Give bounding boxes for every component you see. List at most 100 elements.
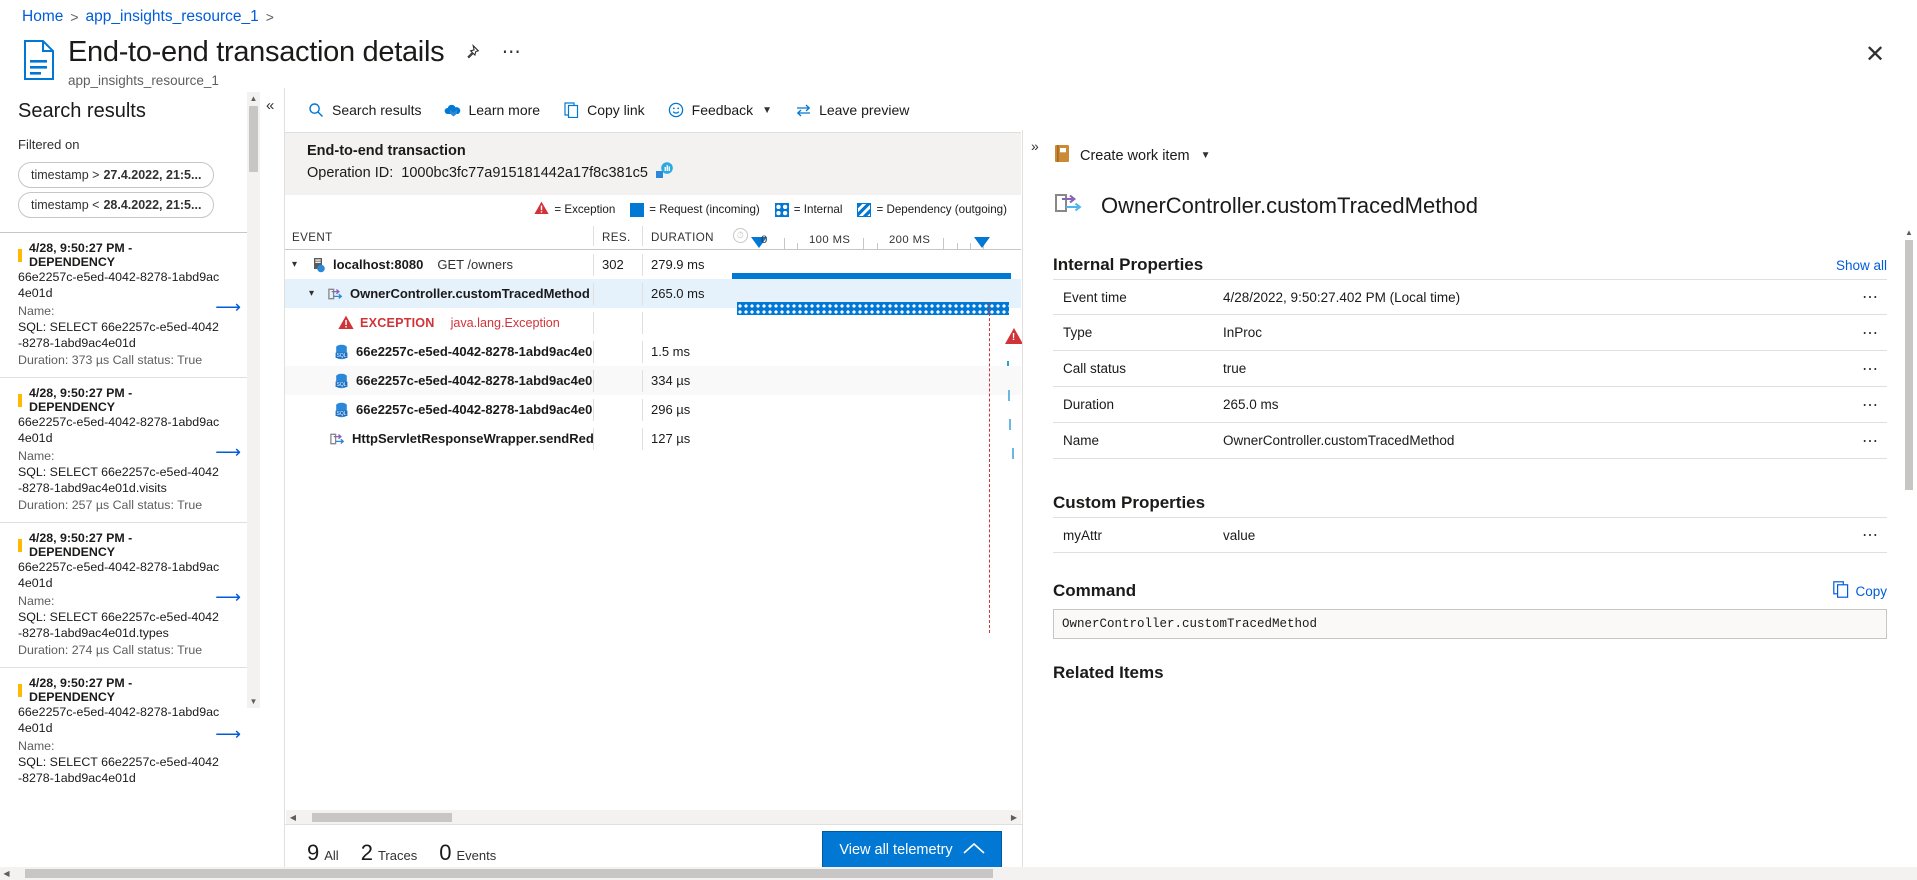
show-all-link[interactable]: Show all xyxy=(1836,258,1887,273)
scroll-right-icon[interactable]: ▶ xyxy=(1007,813,1021,822)
exception-type[interactable]: java.lang.Exception xyxy=(451,316,560,330)
pin-icon[interactable] xyxy=(458,40,484,66)
toolbar-feedback[interactable]: Feedback ▼ xyxy=(667,101,772,119)
scroll-down-icon[interactable]: ▼ xyxy=(247,695,260,708)
severity-bar xyxy=(18,684,22,697)
chevron-down-icon[interactable]: ▼ xyxy=(762,105,772,116)
filter-pill-timestamp-gt[interactable]: timestamp > 27.4.2022, 21:5... xyxy=(18,162,214,188)
scrollbar-thumb[interactable] xyxy=(249,106,258,172)
chevron-down-icon[interactable]: ▾ xyxy=(292,259,304,270)
details-scrollbar[interactable]: ▲ ▼ xyxy=(1903,240,1915,870)
list-item[interactable]: 4/28, 9:50:27 PM - DEPENDENCY 66e2257c-e… xyxy=(0,377,247,522)
metrics-chart-icon[interactable] xyxy=(656,162,673,183)
copy-command-button[interactable]: Copy xyxy=(1833,581,1887,601)
page-horizontal-scrollbar[interactable]: ◀ xyxy=(0,867,1917,880)
scrollbar-thumb[interactable] xyxy=(25,869,993,878)
scrollbar-thumb[interactable] xyxy=(1905,240,1913,490)
svg-text:SQL: SQL xyxy=(336,381,346,387)
row-menu-icon[interactable]: ⋯ xyxy=(1853,395,1887,415)
learn-cloud-icon xyxy=(443,101,461,119)
scroll-left-icon[interactable]: ◀ xyxy=(0,869,13,878)
open-result-arrow-icon[interactable]: ⟶ xyxy=(215,442,241,463)
toolbar-search-results[interactable]: Search results xyxy=(307,101,421,119)
scroll-up-icon[interactable]: ▲ xyxy=(247,92,260,105)
create-work-item-button[interactable]: Create work item ▼ xyxy=(1053,144,1211,167)
divider xyxy=(642,341,643,363)
operation-id-value: 1000bc3fc77a915181442a17f8c381c5 xyxy=(401,165,648,181)
divider xyxy=(642,428,643,450)
command-value-box[interactable]: OwnerController.customTracedMethod xyxy=(1053,609,1887,639)
toolbar-copy-link[interactable]: Copy link xyxy=(562,101,645,119)
list-item[interactable]: 4/28, 9:50:27 PM - DEPENDENCY 66e2257c-e… xyxy=(0,232,247,377)
table-row[interactable]: SQL 66e2257c-e5ed-4042-8278-1abd9ac4e01d… xyxy=(285,395,1021,424)
row-menu-icon[interactable]: ⋯ xyxy=(1853,525,1887,545)
expand-pane-icon[interactable]: » xyxy=(1031,138,1039,154)
row-menu-icon[interactable]: ⋯ xyxy=(1853,359,1887,379)
chevron-down-icon[interactable]: ▾ xyxy=(309,288,321,299)
row-menu-icon[interactable]: ⋯ xyxy=(1853,323,1887,343)
scrollbar-thumb[interactable] xyxy=(312,813,452,822)
internal-arrow-icon xyxy=(329,430,346,447)
internal-properties-table: Event time 4/28/2022, 9:50:27.402 PM (Lo… xyxy=(1053,279,1887,459)
sql-icon: SQL xyxy=(333,401,350,418)
smiley-icon xyxy=(667,101,685,119)
breadcrumb-home[interactable]: Home xyxy=(22,8,63,26)
breadcrumb-resource[interactable]: app_insights_resource_1 xyxy=(86,8,259,26)
property-row: Duration 265.0 ms ⋯ xyxy=(1053,387,1887,423)
filter-pill-timestamp-lt[interactable]: timestamp < 28.4.2022, 21:5... xyxy=(18,192,214,218)
result-name-value: SQL: SELECT 66e2257c-e5ed-4042-8278-1abd… xyxy=(18,319,221,351)
timeline-legend: = Exception = Request (incoming) = Inter… xyxy=(285,195,1021,222)
ellipsis-icon[interactable]: ⋯ xyxy=(498,40,524,66)
list-item[interactable]: 4/28, 9:50:27 PM - DEPENDENCY 66e2257c-e… xyxy=(0,667,247,795)
duration-cell: 296 µs xyxy=(651,402,731,417)
open-result-arrow-icon[interactable]: ⟶ xyxy=(215,724,241,745)
res-cell: 302 xyxy=(602,257,642,272)
table-row[interactable]: SQL 66e2257c-e5ed-4042-8278-1abd9ac4e01d… xyxy=(285,366,1021,395)
property-row: Call status true ⋯ xyxy=(1053,351,1887,387)
table-horizontal-scrollbar[interactable]: ◀ ▶ xyxy=(286,810,1021,824)
timeline-axis: ⏱ 0 100 MS 200 MS xyxy=(731,221,1021,249)
toolbar-leave-preview[interactable]: Leave preview xyxy=(794,101,909,119)
list-item[interactable]: 4/28, 9:50:27 PM - DEPENDENCY 66e2257c-e… xyxy=(0,522,247,667)
view-all-telemetry-button[interactable]: View all telemetry xyxy=(822,831,1002,869)
exception-triangle-icon xyxy=(534,201,549,218)
axis-tick-0: 0 xyxy=(761,234,768,246)
row-menu-icon[interactable]: ⋯ xyxy=(1853,431,1887,451)
event-name: 66e2257c-e5ed-4042-8278-1abd9ac4e01d xyxy=(356,344,593,359)
table-header: EVENT RES. DURATION ⏱ 0 100 MS 200 MS xyxy=(285,222,1021,250)
duration-cell: 334 µs xyxy=(651,373,731,388)
count-label: Traces xyxy=(378,848,417,863)
legend-label: = Dependency (outgoing) xyxy=(876,203,1007,216)
scroll-left-icon[interactable]: ◀ xyxy=(286,813,300,822)
row-menu-icon[interactable]: ⋯ xyxy=(1853,287,1887,307)
severity-bar xyxy=(18,249,22,262)
table-row[interactable]: HttpServletResponseWrapper.sendRedirect … xyxy=(285,424,1021,453)
exception-label: EXCEPTION xyxy=(360,316,435,330)
divider xyxy=(593,254,594,276)
property-value: 4/28/2022, 9:50:27.402 PM (Local time) xyxy=(1223,290,1853,305)
legend-internal: = Internal xyxy=(775,203,843,217)
close-icon[interactable]: ✕ xyxy=(1861,40,1889,68)
result-meta: Duration: 274 µs Call status: True xyxy=(18,642,221,658)
scroll-up-icon[interactable]: ▲ xyxy=(1903,226,1915,238)
collapse-pane-icon[interactable]: « xyxy=(266,97,274,114)
table-row[interactable]: ▾ OwnerController.customTracedMethod 265… xyxy=(285,279,1021,308)
chevron-down-icon[interactable]: ▼ xyxy=(1201,150,1211,161)
table-row[interactable]: EXCEPTION java.lang.Exception xyxy=(285,308,1021,337)
property-row: Type InProc ⋯ xyxy=(1053,315,1887,351)
search-results-heading: Search results xyxy=(0,88,247,123)
table-row[interactable]: ▾ localhost:8080 GET /owners 302 279.9 m… xyxy=(285,250,1021,279)
count-all: 9 All xyxy=(307,840,339,866)
swap-arrows-icon xyxy=(794,101,812,119)
toolbar-learn-more[interactable]: Learn more xyxy=(443,101,540,119)
property-value: 265.0 ms xyxy=(1223,397,1853,412)
open-result-arrow-icon[interactable]: ⟶ xyxy=(215,587,241,608)
open-result-arrow-icon[interactable]: ⟶ xyxy=(215,297,241,318)
toolbar-label: Feedback xyxy=(692,102,753,118)
table-row[interactable]: SQL 66e2257c-e5ed-4042-8278-1abd9ac4e01d… xyxy=(285,337,1021,366)
search-results-scrollbar[interactable]: ▲ ▼ xyxy=(247,92,260,708)
internal-arrow-icon xyxy=(1053,191,1085,221)
related-items-heading: Related Items xyxy=(1053,663,1887,683)
divider xyxy=(593,399,594,421)
axis-tick xyxy=(877,243,878,249)
